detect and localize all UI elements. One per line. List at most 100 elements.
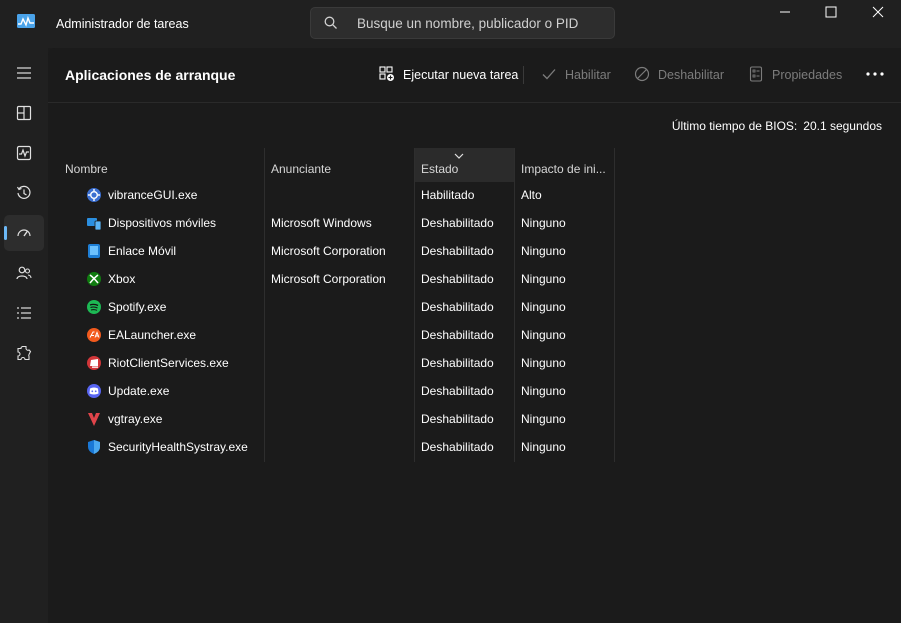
table-row[interactable]: Spotify.exe Deshabilitado Ninguno bbox=[48, 293, 614, 321]
row-publisher: Microsoft Corporation bbox=[271, 272, 386, 286]
nav-processes[interactable] bbox=[4, 95, 44, 131]
column-header-impact[interactable]: Impacto de ini... bbox=[514, 148, 614, 182]
enable-label: Habilitar bbox=[565, 68, 611, 82]
table-row[interactable]: vibranceGUI.exe Habilitado Alto bbox=[48, 181, 614, 209]
search-placeholder: Busque un nombre, publicador o PID bbox=[357, 16, 579, 31]
row-state: Deshabilitado bbox=[421, 412, 494, 426]
title-bar: Administrador de tareas Busque un nombre… bbox=[0, 0, 901, 48]
properties-label: Propiedades bbox=[772, 68, 843, 82]
close-button[interactable] bbox=[855, 0, 901, 26]
table-row[interactable]: Dispositivos móviles Microsoft Windows D… bbox=[48, 209, 614, 237]
nav-startup-apps[interactable] bbox=[4, 215, 44, 251]
table-row[interactable]: Enlace Móvil Microsoft Corporation Desha… bbox=[48, 237, 614, 265]
close-icon bbox=[872, 6, 884, 18]
table-row[interactable]: Xbox Microsoft Corporation Deshabilitado… bbox=[48, 265, 614, 293]
nav-details[interactable] bbox=[4, 295, 44, 331]
maximize-button[interactable] bbox=[808, 0, 854, 26]
page-title: Aplicaciones de arranque bbox=[65, 67, 236, 83]
row-impact: Ninguno bbox=[521, 272, 566, 286]
mobile-devices-icon bbox=[87, 218, 102, 231]
column-header-state-label: Estado bbox=[421, 162, 459, 176]
app-history-icon bbox=[16, 185, 31, 199]
row-impact: Ninguno bbox=[521, 440, 566, 454]
table-row[interactable]: SecurityHealthSystray.exe Deshabilitado … bbox=[48, 433, 614, 461]
checkmark-icon bbox=[542, 69, 556, 80]
task-manager-icon bbox=[17, 14, 35, 28]
toolbar-divider bbox=[48, 102, 901, 103]
toolbar: Aplicaciones de arranque Ejecutar nueva … bbox=[48, 48, 901, 102]
row-impact: Ninguno bbox=[521, 300, 566, 314]
performance-icon bbox=[16, 145, 32, 161]
row-name: Enlace Móvil bbox=[108, 244, 177, 258]
search-icon bbox=[324, 16, 337, 29]
minimize-button[interactable] bbox=[762, 0, 808, 26]
row-publisher: Microsoft Windows bbox=[271, 216, 372, 230]
row-impact: Ninguno bbox=[521, 244, 566, 258]
xbox-icon bbox=[87, 272, 101, 286]
column-header-name-label: Nombre bbox=[65, 162, 108, 176]
column-header-publisher[interactable]: Anunciante bbox=[264, 148, 414, 182]
disable-label: Deshabilitar bbox=[658, 68, 725, 82]
nav-services[interactable] bbox=[4, 335, 44, 371]
row-impact: Ninguno bbox=[521, 356, 566, 370]
row-name: vibranceGUI.exe bbox=[108, 188, 198, 202]
row-state: Deshabilitado bbox=[421, 440, 494, 454]
row-publisher: Microsoft Corporation bbox=[271, 244, 386, 258]
processes-icon bbox=[16, 105, 32, 121]
maximize-icon bbox=[825, 6, 837, 18]
discord-icon bbox=[87, 384, 101, 398]
windows-security-icon bbox=[88, 440, 100, 454]
row-name: Dispositivos móviles bbox=[108, 216, 217, 230]
row-impact: Ninguno bbox=[521, 412, 566, 426]
bios-value: 20.1 segundos bbox=[803, 119, 882, 133]
row-name: Spotify.exe bbox=[108, 300, 167, 314]
properties-icon bbox=[749, 66, 763, 82]
column-header-impact-label: Impacto de ini... bbox=[521, 162, 606, 176]
details-icon bbox=[17, 307, 31, 319]
spotify-icon bbox=[87, 300, 101, 314]
nav-hamburger-button[interactable] bbox=[4, 55, 44, 91]
services-icon bbox=[17, 345, 32, 361]
search-box[interactable]: Busque un nombre, publicador o PID bbox=[310, 7, 615, 39]
vanguard-icon bbox=[88, 413, 100, 426]
row-name: EALauncher.exe bbox=[108, 328, 197, 342]
table-row[interactable]: RiotClientServices.exe Deshabilitado Nin… bbox=[48, 349, 614, 377]
users-icon bbox=[16, 266, 32, 280]
nav-app-history[interactable] bbox=[4, 175, 44, 211]
row-impact: Ninguno bbox=[521, 216, 566, 230]
row-name: RiotClientServices.exe bbox=[108, 356, 229, 370]
startup-apps-icon bbox=[17, 229, 31, 237]
app-title: Administrador de tareas bbox=[56, 17, 189, 31]
row-state: Deshabilitado bbox=[421, 328, 494, 342]
column-separator bbox=[614, 148, 615, 462]
sort-descending-icon bbox=[454, 153, 464, 159]
row-state: Deshabilitado bbox=[421, 384, 494, 398]
nav-users[interactable] bbox=[4, 255, 44, 291]
column-header-name[interactable]: Nombre bbox=[58, 148, 264, 182]
row-state: Deshabilitado bbox=[421, 216, 494, 230]
row-impact: Ninguno bbox=[521, 328, 566, 342]
minimize-icon bbox=[780, 11, 790, 13]
nav-performance[interactable] bbox=[4, 135, 44, 171]
table-row[interactable]: EALauncher.exe Deshabilitado Ninguno bbox=[48, 321, 614, 349]
more-options-button[interactable] bbox=[863, 64, 887, 84]
row-state: Habilitado bbox=[421, 188, 475, 202]
bios-time: Último tiempo de BIOS: 20.1 segundos bbox=[672, 119, 882, 133]
toolbar-separator bbox=[523, 66, 524, 84]
vibrance-icon bbox=[87, 188, 101, 202]
row-name: SecurityHealthSystray.exe bbox=[108, 440, 248, 454]
row-state: Deshabilitado bbox=[421, 356, 494, 370]
left-nav bbox=[0, 48, 48, 623]
table-row[interactable]: vgtray.exe Deshabilitado Ninguno bbox=[48, 405, 614, 433]
run-task-icon bbox=[379, 66, 394, 81]
riot-icon bbox=[87, 356, 101, 370]
table-row[interactable]: Update.exe Deshabilitado Ninguno bbox=[48, 377, 614, 405]
row-name: Xbox bbox=[108, 272, 136, 286]
disable-icon bbox=[634, 66, 650, 82]
main-panel: Aplicaciones de arranque Ejecutar nueva … bbox=[48, 48, 901, 623]
bios-label: Último tiempo de BIOS: bbox=[671, 119, 798, 133]
ea-icon bbox=[87, 328, 101, 342]
column-header-state[interactable]: Estado bbox=[414, 148, 514, 182]
row-state: Deshabilitado bbox=[421, 244, 494, 258]
row-state: Deshabilitado bbox=[421, 272, 494, 286]
